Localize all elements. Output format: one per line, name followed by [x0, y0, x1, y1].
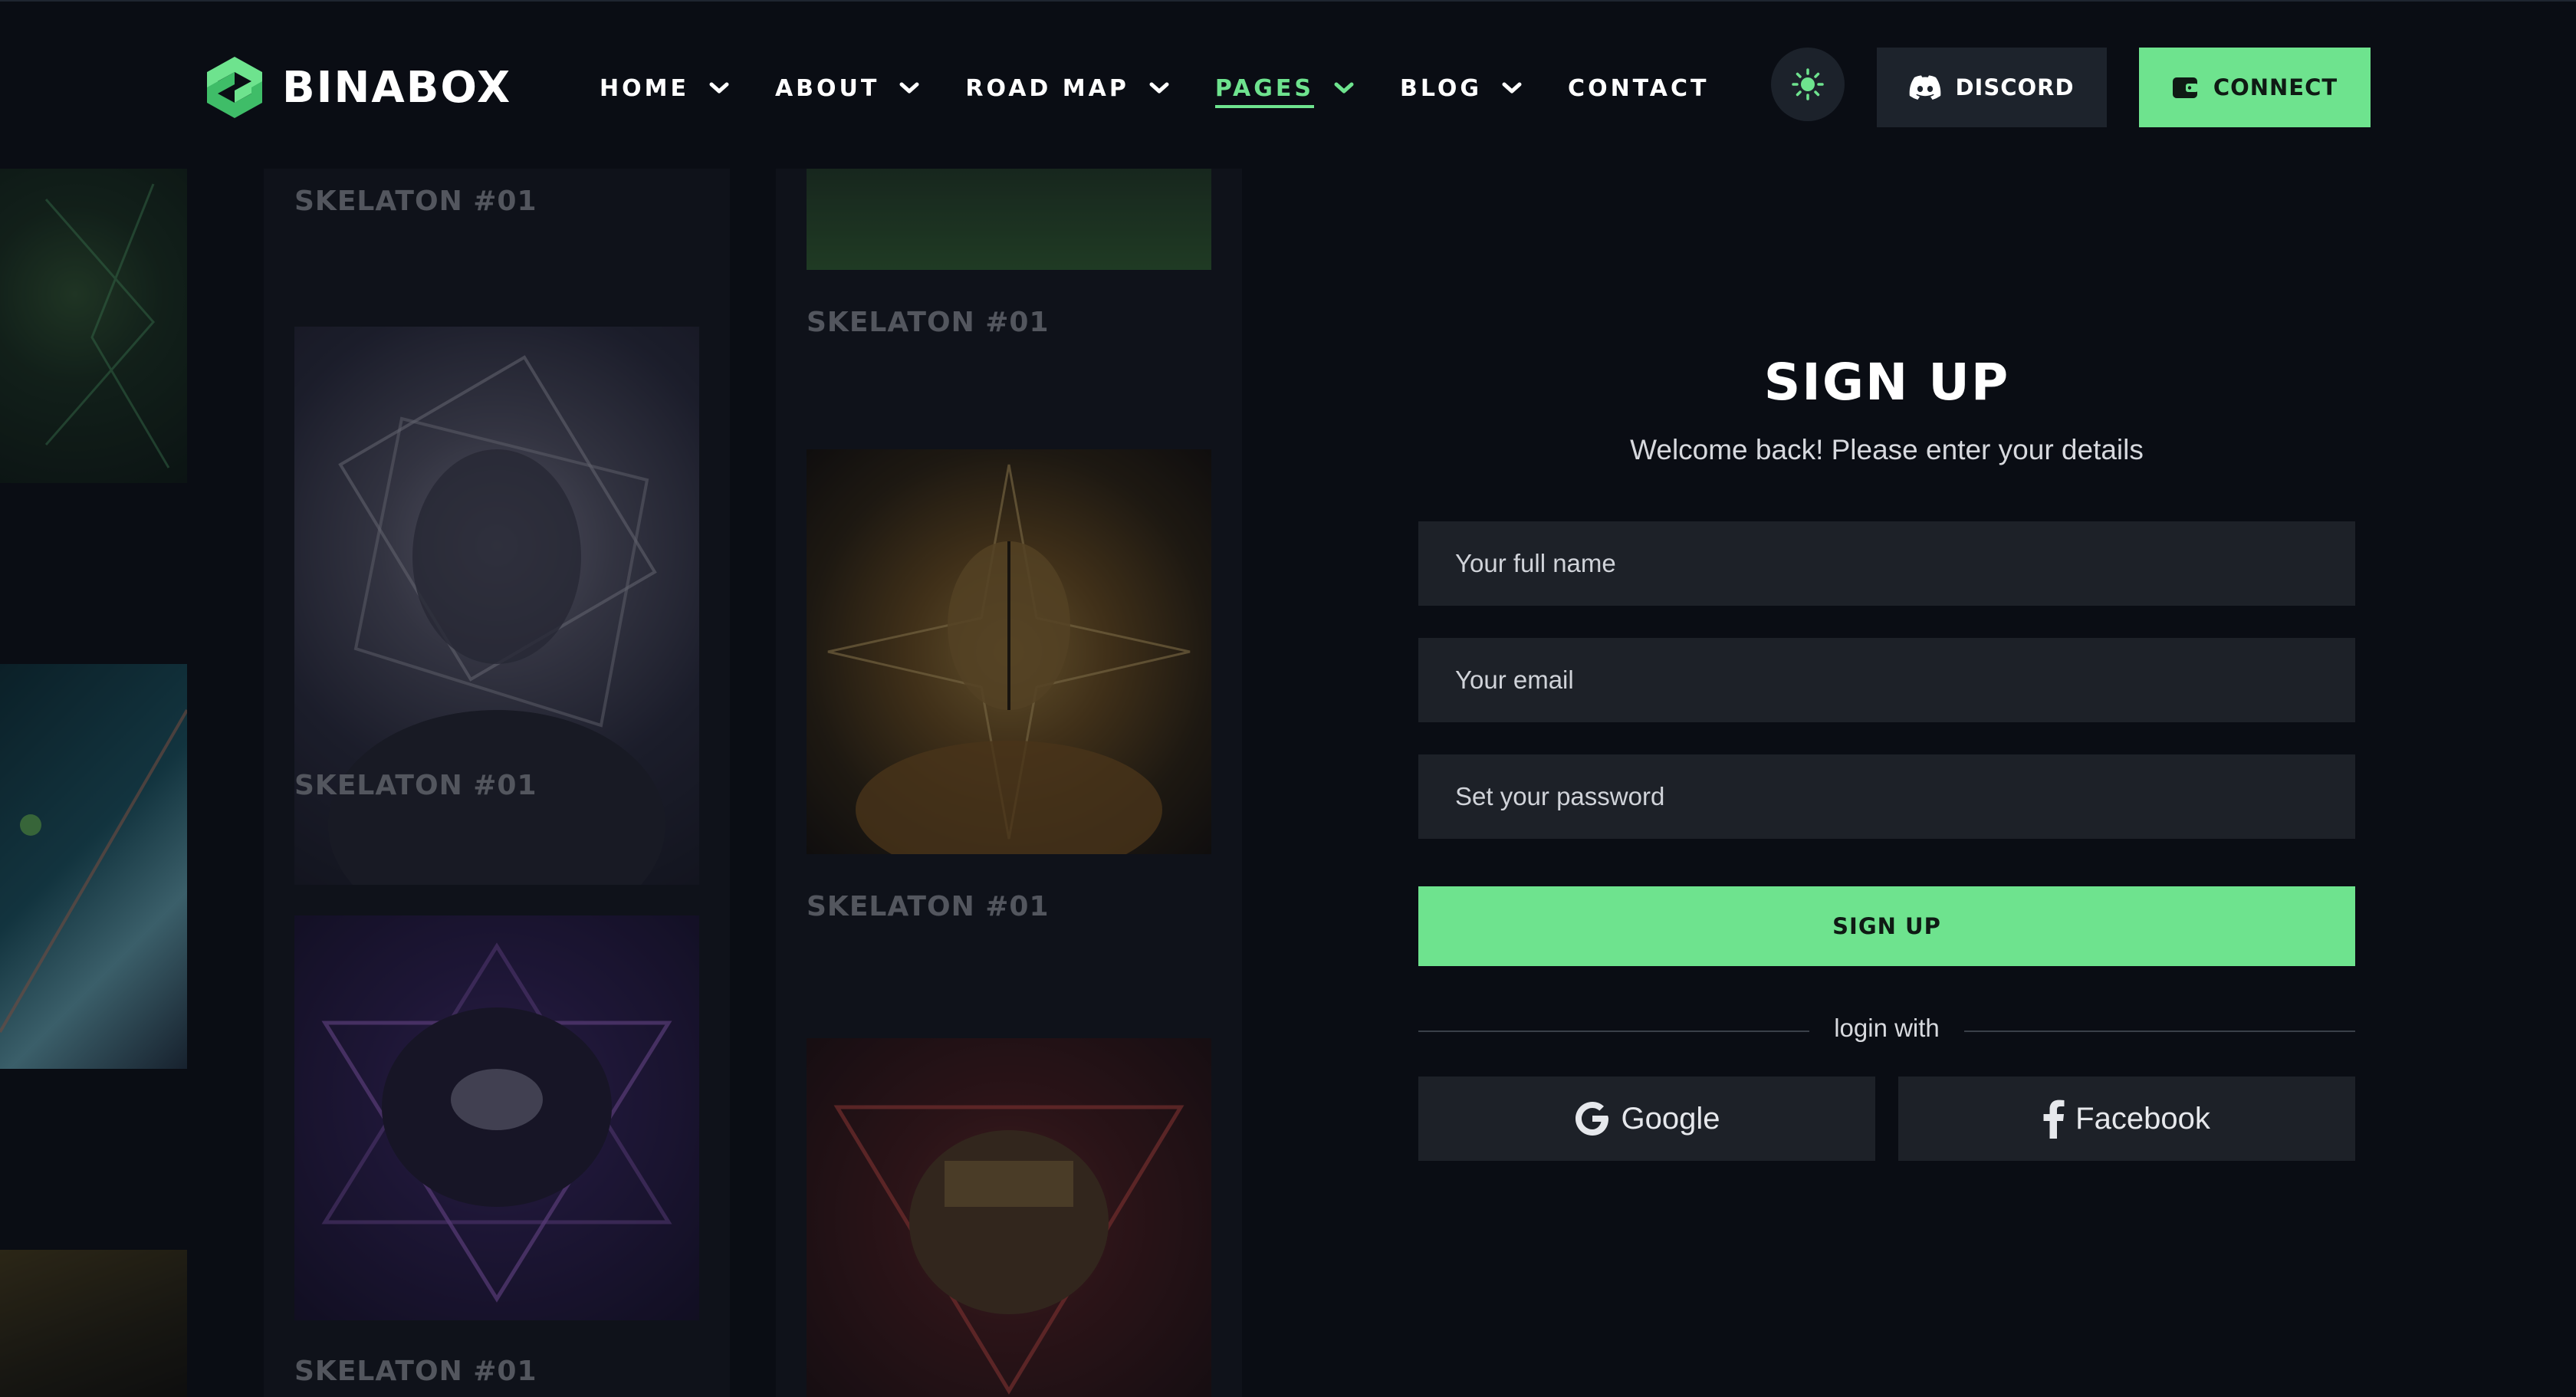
wallet-icon: [2172, 77, 2198, 98]
signup-subtitle: Welcome back! Please enter your details: [1630, 434, 2144, 465]
google-icon: [1575, 1102, 1608, 1136]
signup-title: SIGN UP: [1763, 353, 2010, 412]
nft-artwork-image[interactable]: [0, 664, 187, 1069]
nft-artwork-image[interactable]: [294, 915, 699, 1320]
signup-submit-label: SIGN UP: [1832, 913, 1941, 939]
nav-item-about[interactable]: ABOUT: [775, 67, 919, 109]
nav-item-label: PAGES: [1214, 75, 1314, 108]
nav-item-home[interactable]: HOME: [600, 67, 729, 109]
signup-form: SIGN UP Welcome back! Please enter your …: [1418, 169, 2355, 1242]
nft-artwork-image[interactable]: [807, 449, 1211, 854]
nft-card-title: SKELATON #01: [807, 307, 1050, 338]
facebook-login-button[interactable]: Facebook: [1898, 1077, 2355, 1161]
signup-submit-button[interactable]: SIGN UP: [1418, 886, 2355, 966]
nav-item-label: ROAD MAP: [965, 74, 1129, 102]
divider-line-right: [1964, 1030, 2355, 1032]
nft-card-title: SKELATON #01: [294, 186, 537, 217]
nft-artwork-image[interactable]: [807, 1038, 1211, 1397]
login-with-label: login with: [1834, 1014, 1940, 1042]
facebook-button-label: Facebook: [2075, 1101, 2210, 1136]
theme-toggle-button[interactable]: [1771, 48, 1845, 121]
nav-item-contact[interactable]: CONTACT: [1568, 67, 1709, 109]
nft-card-title: SKELATON #01: [294, 770, 537, 801]
nav-item-label: BLOG: [1400, 74, 1483, 102]
brand-name: BINABOX: [282, 62, 512, 113]
nft-card-title: SKELATON #01: [294, 1356, 537, 1387]
nft-artwork-image[interactable]: [0, 169, 187, 483]
nft-gallery: SKELATON #01 SKELATON #01 SKELATON #01 S: [0, 169, 1257, 1397]
chevron-down-icon: [709, 82, 729, 94]
main-nav: HOME ABOUT ROAD MAP PAGES BLOG CONTACT: [600, 67, 1710, 109]
discord-button-label: DISCORD: [1955, 74, 2075, 100]
facebook-icon: [2043, 1100, 2065, 1139]
google-login-button[interactable]: Google: [1418, 1077, 1875, 1161]
nav-item-pages[interactable]: PAGES: [1214, 67, 1354, 109]
discord-button[interactable]: DISCORD: [1877, 48, 2107, 127]
connect-wallet-button[interactable]: CONNECT: [2139, 48, 2371, 127]
chevron-down-icon: [1502, 82, 1522, 94]
nav-item-label: CONTACT: [1568, 74, 1710, 102]
nft-artwork-image[interactable]: [294, 327, 699, 903]
full-name-input[interactable]: [1418, 521, 2355, 606]
sun-icon: [1792, 68, 1824, 100]
brand-logo[interactable]: BINABOX: [204, 54, 511, 121]
chevron-down-icon: [1334, 82, 1354, 94]
chevron-down-icon: [899, 82, 919, 94]
google-button-label: Google: [1621, 1101, 1720, 1136]
email-input[interactable]: [1418, 638, 2355, 722]
nft-card-title: SKELATON #01: [807, 891, 1050, 922]
nav-item-road-map[interactable]: ROAD MAP: [965, 67, 1169, 109]
discord-icon: [1910, 75, 1941, 100]
nft-artwork-image[interactable]: [807, 169, 1211, 270]
nav-item-label: ABOUT: [774, 74, 880, 102]
nft-artwork-image[interactable]: [0, 1250, 187, 1397]
page: BINABOX HOME ABOUT ROAD MAP PAGES BLOG C…: [0, 0, 2576, 1397]
nav-item-blog[interactable]: BLOG: [1400, 67, 1522, 109]
password-input[interactable]: [1418, 754, 2355, 839]
site-header: BINABOX HOME ABOUT ROAD MAP PAGES BLOG C…: [0, 0, 2576, 169]
connect-button-label: CONNECT: [2213, 74, 2338, 100]
nav-item-label: HOME: [600, 74, 689, 102]
binabox-logo-icon: [207, 57, 262, 118]
chevron-down-icon: [1149, 82, 1169, 94]
